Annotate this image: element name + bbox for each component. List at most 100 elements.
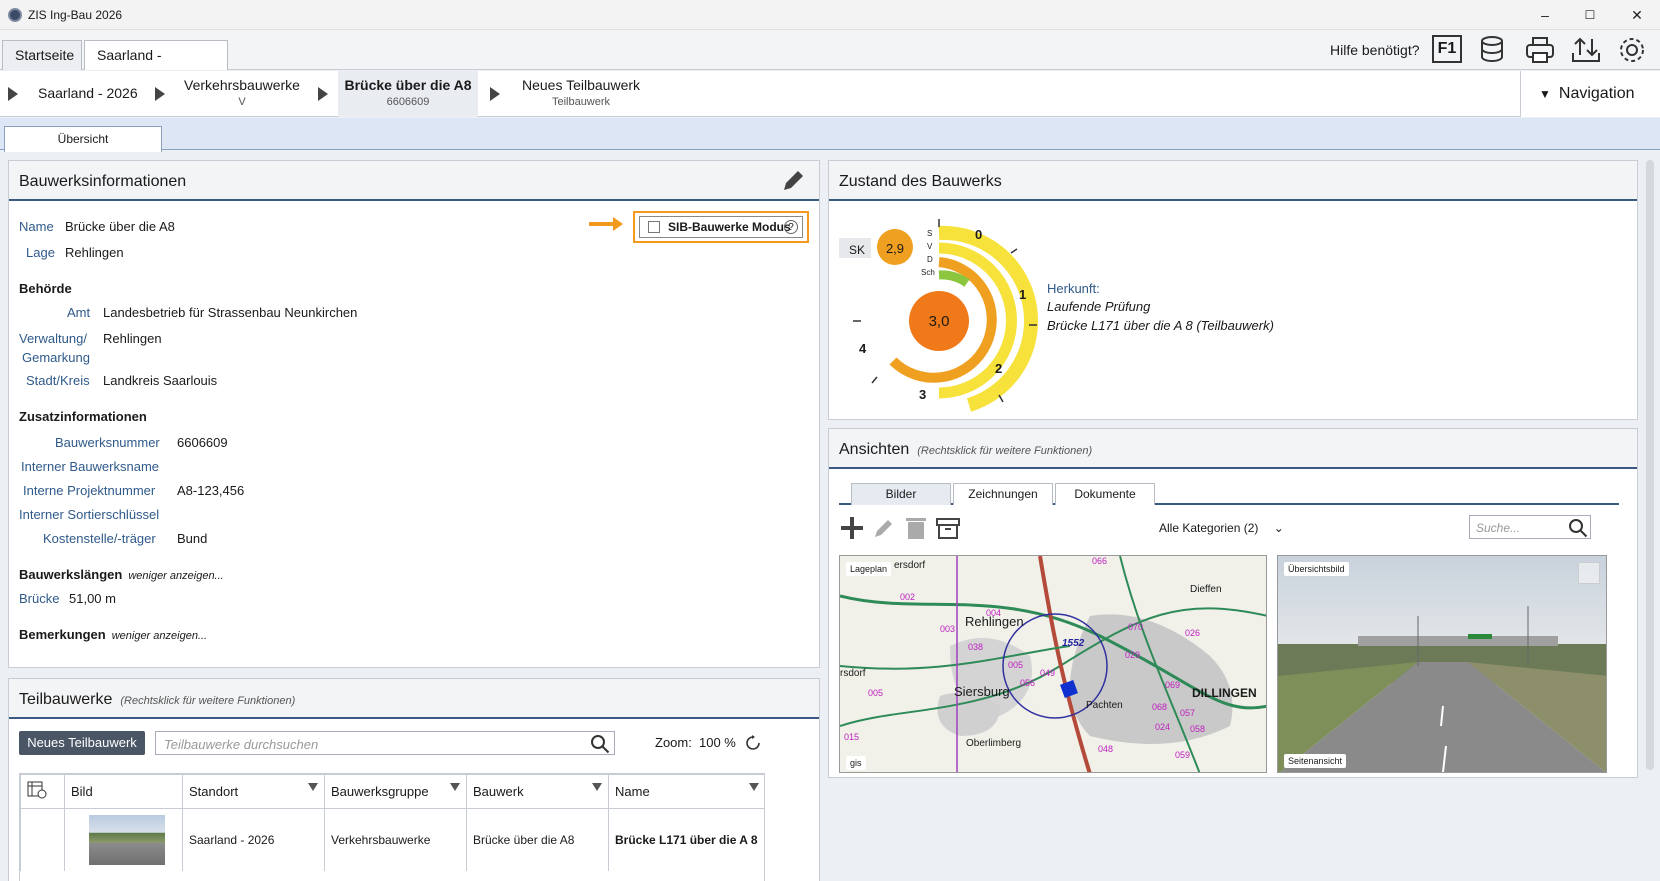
- behoerde-heading: Behörde: [19, 281, 72, 296]
- tick-3: 3: [919, 387, 927, 402]
- database-icon[interactable]: [1478, 35, 1510, 65]
- teilbauwerke-search[interactable]: Teilbauwerke durchsuchen: [155, 731, 615, 755]
- svg-text:024: 024: [1155, 722, 1170, 732]
- less-link[interactable]: weniger anzeigen...: [112, 630, 207, 642]
- column-header-standort[interactable]: Standort: [182, 774, 325, 809]
- navigation-button[interactable]: ▼ Navigation: [1520, 71, 1660, 117]
- image-select-checkbox[interactable]: [1578, 562, 1600, 584]
- tick-1: 1: [1019, 287, 1027, 302]
- ansichten-tabs: Bilder Zeichnungen Dokumente: [839, 479, 1619, 505]
- filter-icon[interactable]: [450, 783, 460, 791]
- interner-bauwerksname-label: Interner Bauwerksname: [21, 459, 160, 474]
- category-value: Alle Kategorien (2): [1159, 521, 1259, 535]
- svg-text:015: 015: [844, 732, 859, 742]
- bauwerksnummer-value: 6606609: [177, 435, 228, 450]
- minimize-button[interactable]: –: [1530, 4, 1560, 26]
- lageplan-image[interactable]: 002 003 004 038 005 056 049 066 070 029 026 069 …: [839, 555, 1267, 773]
- breadcrumb-bruecke-a8[interactable]: Brücke über die A8 6606609: [338, 71, 478, 117]
- sib-mode-toggle[interactable]: SIB-Bauwerke Modus ?: [639, 216, 803, 238]
- close-window-button[interactable]: ✕: [1622, 4, 1652, 26]
- column-header-name[interactable]: Name: [608, 774, 764, 809]
- amt-value: Landesbetrieb für Strassenbau Neunkirche…: [103, 305, 358, 320]
- projektnummer-label: Interne Projektnummer: [23, 483, 156, 498]
- tab-startseite[interactable]: Startseite: [2, 40, 82, 70]
- svg-text:069: 069: [1165, 680, 1180, 690]
- tick-0: 0: [975, 227, 983, 242]
- ring-label-v: V: [927, 242, 933, 251]
- svg-text:056: 056: [1020, 678, 1035, 688]
- maximize-button[interactable]: ☐: [1575, 4, 1605, 26]
- upload-download-icon[interactable]: [1570, 35, 1602, 65]
- f1-help-button[interactable]: F1: [1432, 35, 1462, 63]
- kostenstelle-value: Bund: [177, 531, 208, 546]
- tab-uebersicht[interactable]: Übersicht: [4, 126, 162, 152]
- trash-icon[interactable]: [903, 515, 929, 541]
- edit-pencil-icon[interactable]: [871, 515, 897, 541]
- window-title: ZIS Ing-Bau 2026: [28, 8, 123, 22]
- cell-bauwerk: Brücke über die A8: [466, 808, 609, 871]
- filter-icon[interactable]: [592, 783, 602, 791]
- edit-pencil-icon[interactable]: [779, 167, 807, 195]
- panel-header: Teilbauwerke (Rechtsklick für weitere Fun…: [9, 679, 819, 719]
- add-plus-icon[interactable]: [839, 515, 865, 541]
- column-header-bauwerksgruppe[interactable]: Bauwerksgruppe: [324, 774, 467, 809]
- breadcrumb-saarland[interactable]: Saarland - 2026: [38, 85, 138, 101]
- gis-tag: gis: [846, 756, 866, 770]
- ansichten-search[interactable]: Suche...: [1469, 515, 1591, 539]
- archive-box-icon[interactable]: [935, 515, 961, 541]
- svg-text:068: 068: [1152, 702, 1167, 712]
- filter-icon[interactable]: [749, 783, 759, 791]
- print-icon[interactable]: [1524, 35, 1556, 65]
- search-placeholder: Suche...: [1476, 521, 1521, 535]
- reset-zoom-icon[interactable]: [745, 735, 761, 751]
- column-settings-icon[interactable]: [27, 781, 47, 799]
- cell-name: Brücke L171 über die A 8: [608, 808, 764, 871]
- breadcrumb-verkehrsbauwerke[interactable]: Verkehrsbauwerke V: [182, 77, 302, 108]
- arrow-right-icon: [589, 217, 623, 231]
- map-label-siersburg: Siersburg: [954, 684, 1010, 699]
- settings-gear-icon[interactable]: [1616, 35, 1648, 65]
- main-scrollbar[interactable]: [1646, 160, 1654, 770]
- table-row[interactable]: Saarland - 2026 Verkehrsbauwerke Brücke …: [20, 808, 764, 871]
- new-teilbauwerk-button[interactable]: Neues Teilbauwerk: [19, 731, 145, 755]
- tab-zeichnungen[interactable]: Zeichnungen: [953, 483, 1053, 505]
- bruecke-label: Brücke: [19, 591, 60, 606]
- breadcrumb-arrow-icon: [8, 87, 18, 101]
- help-circle-icon[interactable]: ?: [784, 220, 798, 234]
- chevron-down-icon: ⌄: [1273, 521, 1284, 535]
- ansichten-panel: Ansichten (Rechtsklick für weitere Funkti…: [828, 428, 1638, 778]
- tab-bilder[interactable]: Bilder: [851, 483, 951, 505]
- column-header-bauwerk[interactable]: Bauwerk: [466, 774, 609, 809]
- less-link[interactable]: weniger anzeigen...: [128, 570, 223, 582]
- category-dropdown[interactable]: Alle Kategorien (2) ⌄: [1159, 521, 1299, 535]
- svg-text:070: 070: [1128, 622, 1143, 632]
- map-label-rsdorf: rsdorf: [840, 668, 866, 679]
- tab-dokumente[interactable]: Dokumente: [1055, 483, 1155, 505]
- zoom-label: Zoom:: [655, 735, 692, 750]
- zoom-value: 100 %: [699, 735, 736, 750]
- svg-text:005: 005: [1008, 660, 1023, 670]
- uebersichtsbild-image[interactable]: Übersichtsbild Seitenansicht: [1277, 555, 1607, 773]
- breadcrumb-neues-teilbauwerk[interactable]: Neues Teilbauwerk Teilbauwerk: [518, 77, 644, 108]
- teilbauwerke-panel: Teilbauwerke (Rechtsklick für weitere Fun…: [8, 678, 820, 881]
- verwaltung-label: Verwaltung/: [19, 331, 87, 346]
- ring-label-sch: Sch: [921, 268, 935, 277]
- lage-label: Lage: [26, 245, 55, 260]
- tick-2: 2: [995, 361, 1003, 376]
- sib-checkbox[interactable]: [648, 221, 660, 233]
- column-header-bild[interactable]: Bild: [64, 774, 183, 809]
- search-icon[interactable]: [590, 734, 610, 754]
- filter-icon[interactable]: [308, 783, 318, 791]
- tab-saarland-2026[interactable]: Saarland - 2026✕: [84, 40, 228, 93]
- sk-label: SK: [849, 243, 866, 257]
- column-chooser-cell[interactable]: [20, 774, 65, 809]
- search-icon[interactable]: [1568, 518, 1588, 538]
- ring-label-d: D: [927, 255, 933, 264]
- lageplan-tag: Lageplan: [846, 562, 892, 576]
- breadcrumb-arrow-icon: [318, 87, 328, 101]
- cell-standort: Saarland - 2026: [182, 808, 325, 871]
- bauwerksinformationen-panel: Bauwerksinformationen SIB-Bauwerke Modus…: [8, 160, 820, 668]
- herkunft-line2: Brücke L171 über die A 8 (Teilbauwerk): [1047, 318, 1274, 333]
- panel-header: Ansichten (Rechtsklick für weitere Funkti…: [829, 429, 1637, 469]
- svg-text:029: 029: [1125, 650, 1140, 660]
